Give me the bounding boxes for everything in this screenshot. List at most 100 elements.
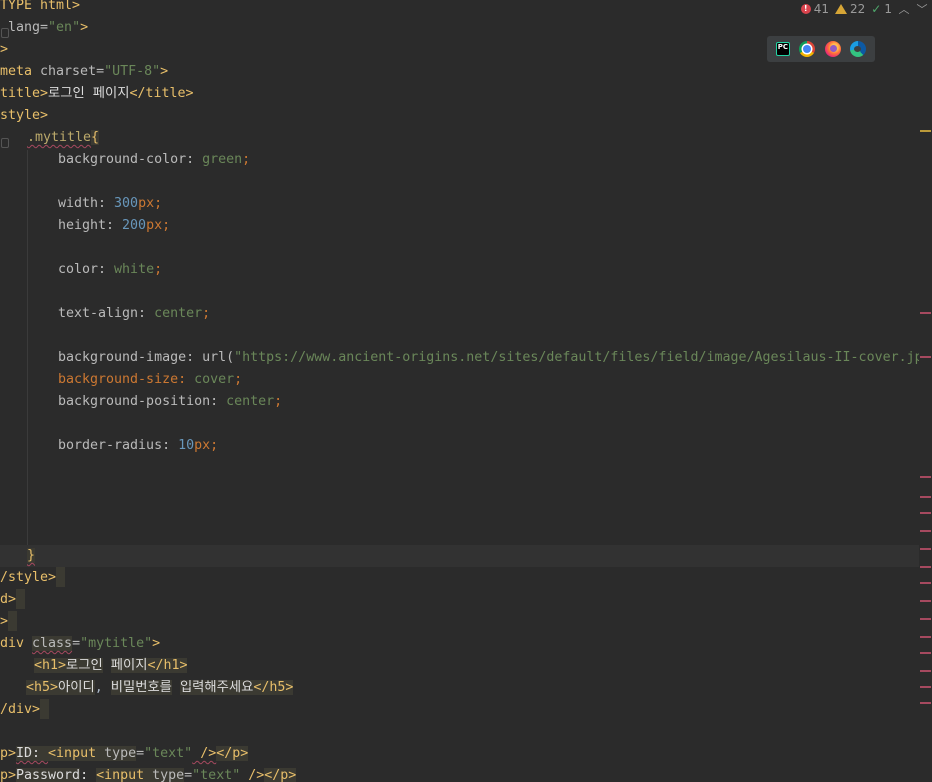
error-marker[interactable] bbox=[920, 618, 931, 620]
token: "UTF-8" bbox=[104, 64, 161, 79]
token: title> bbox=[0, 86, 49, 101]
error-marker[interactable] bbox=[920, 548, 931, 550]
token: 300 bbox=[114, 196, 139, 211]
token: text-align: bbox=[58, 306, 155, 321]
error-marker[interactable] bbox=[920, 582, 931, 584]
token: <h1> bbox=[34, 658, 67, 673]
current-line-highlight bbox=[0, 545, 919, 567]
token: cover bbox=[194, 372, 235, 387]
token: "https://www.ancient-origins.net/sites/d… bbox=[234, 350, 919, 365]
chevron-down-icon[interactable]: ﹀ bbox=[916, 1, 928, 17]
code-line: > bbox=[0, 39, 8, 61]
error-stripe[interactable] bbox=[919, 20, 932, 782]
warnings-count: 22 bbox=[850, 2, 866, 16]
error-marker[interactable] bbox=[920, 686, 931, 688]
code-line: color: white; bbox=[58, 259, 162, 281]
inspection-widget[interactable]: ! 41 22 ✓ 1 ︿ ﹀ bbox=[800, 0, 932, 18]
token: background-color: bbox=[58, 152, 203, 167]
token: "mytitle" bbox=[80, 636, 153, 651]
error-marker[interactable] bbox=[920, 566, 931, 568]
token: 10 bbox=[178, 438, 195, 453]
token: border-radius: bbox=[58, 438, 179, 453]
error-marker[interactable] bbox=[920, 356, 931, 358]
chevron-up-icon[interactable]: ︿ bbox=[898, 1, 910, 17]
code-line: > bbox=[0, 611, 18, 633]
error-marker[interactable] bbox=[920, 670, 931, 672]
code-line: p>Password: <input type="text" /></p> bbox=[0, 765, 297, 782]
token: /> bbox=[240, 768, 265, 782]
token: > bbox=[80, 20, 89, 35]
token: = bbox=[136, 746, 145, 761]
errors-count: 41 bbox=[813, 2, 830, 16]
code-line: <h1>로그인 페이지</h1> bbox=[34, 655, 188, 677]
weak-warnings-indicator[interactable]: ✓ 1 bbox=[871, 2, 892, 16]
code-line: background-image: url("https://www.ancie… bbox=[58, 347, 919, 369]
token: </title> bbox=[129, 86, 194, 101]
error-marker[interactable] bbox=[920, 496, 931, 498]
token: px; bbox=[194, 438, 219, 453]
token: = bbox=[72, 636, 81, 651]
error-icon: ! bbox=[800, 4, 811, 14]
token: </p> bbox=[264, 768, 297, 782]
token: <h5> bbox=[26, 680, 59, 695]
code-line: lang="en"> bbox=[0, 17, 88, 39]
token: type bbox=[104, 746, 137, 761]
whitespace-marker bbox=[40, 699, 50, 719]
indent-guide bbox=[27, 150, 28, 545]
token: p> bbox=[0, 768, 17, 782]
token: ID: bbox=[16, 746, 49, 761]
token: "text" bbox=[192, 768, 241, 782]
token: 아이디 bbox=[58, 680, 95, 695]
token: green bbox=[202, 152, 243, 167]
token: background-position: bbox=[58, 394, 227, 409]
fold-marker[interactable] bbox=[1, 138, 9, 148]
error-marker[interactable] bbox=[920, 702, 931, 704]
firefox-icon[interactable] bbox=[824, 41, 841, 57]
error-marker[interactable] bbox=[920, 652, 931, 654]
whitespace-marker bbox=[56, 567, 66, 587]
token: 로그인 bbox=[66, 658, 103, 673]
warning-icon bbox=[835, 4, 848, 14]
pycharm-icon[interactable]: PC bbox=[775, 42, 790, 56]
token: } bbox=[27, 548, 36, 563]
token: > bbox=[0, 42, 9, 57]
chrome-icon[interactable] bbox=[799, 41, 816, 57]
error-marker[interactable] bbox=[920, 312, 931, 314]
token: ; bbox=[202, 306, 211, 321]
token: .mytitle bbox=[27, 130, 92, 145]
code-line: TYPE html> bbox=[0, 0, 80, 17]
code-line: background-color: green; bbox=[58, 149, 250, 171]
warning-marker[interactable] bbox=[920, 130, 931, 132]
token: url( bbox=[202, 350, 235, 365]
error-marker[interactable] bbox=[920, 512, 931, 514]
token: px; bbox=[146, 218, 171, 233]
error-marker[interactable] bbox=[920, 530, 931, 532]
error-marker[interactable] bbox=[920, 600, 931, 602]
code-line: title>로그인 페이지</title> bbox=[0, 83, 194, 105]
token: <input bbox=[96, 768, 153, 782]
token: , bbox=[94, 680, 111, 695]
code-line: style> bbox=[0, 105, 48, 127]
token: /> bbox=[192, 746, 217, 761]
code-editor[interactable]: TYPE html> lang="en"> > meta charset="UT… bbox=[0, 0, 919, 782]
token: white bbox=[114, 262, 155, 277]
warnings-indicator[interactable]: 22 bbox=[835, 2, 865, 16]
check-icon: ✓ bbox=[871, 2, 882, 16]
token: ; bbox=[274, 394, 283, 409]
edge-icon[interactable] bbox=[850, 41, 867, 57]
token: > bbox=[160, 64, 169, 79]
error-marker[interactable] bbox=[920, 476, 931, 478]
token: ; bbox=[154, 262, 163, 277]
error-marker[interactable] bbox=[920, 636, 931, 638]
code-line: d> bbox=[0, 589, 26, 611]
token: px; bbox=[138, 196, 163, 211]
code-line: border-radius: 10px; bbox=[58, 435, 218, 457]
token: center bbox=[154, 306, 203, 321]
errors-indicator[interactable]: ! 41 bbox=[800, 2, 830, 16]
token: 페이지 bbox=[110, 658, 148, 673]
code-line: background-size: cover; bbox=[58, 369, 242, 391]
token: ; bbox=[234, 372, 243, 387]
token: = bbox=[184, 768, 193, 782]
